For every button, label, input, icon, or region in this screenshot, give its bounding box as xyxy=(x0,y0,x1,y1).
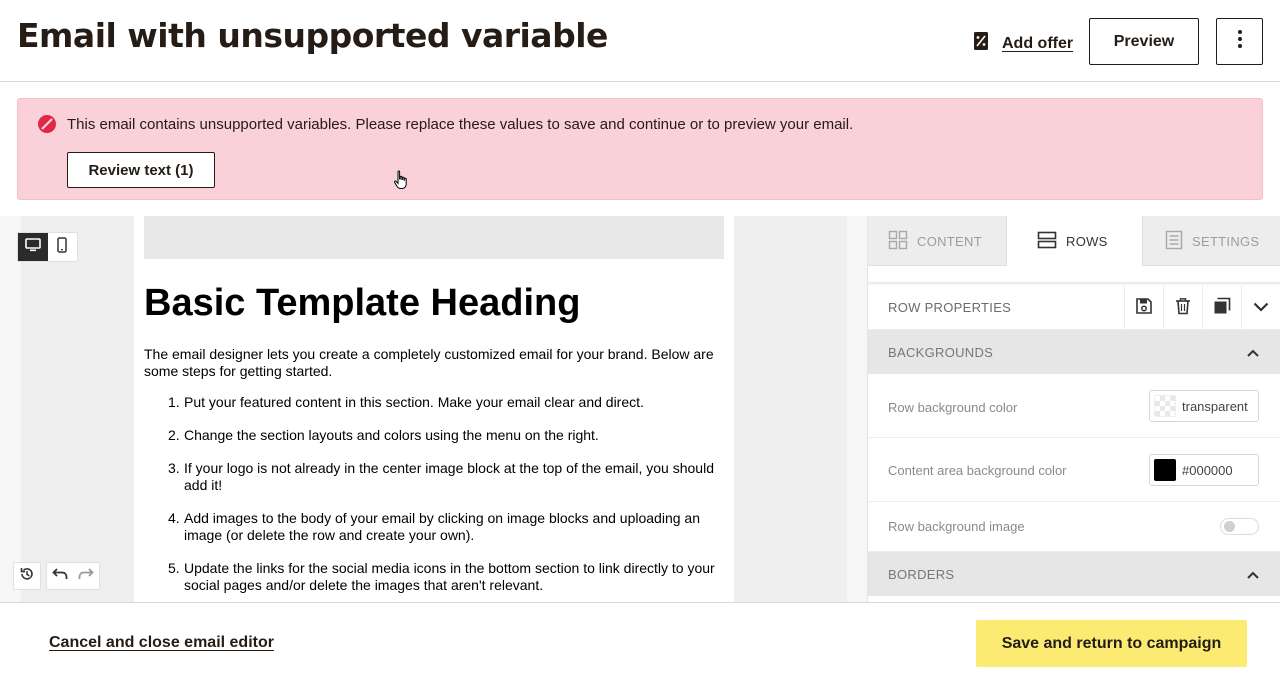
mobile-view-button[interactable] xyxy=(48,233,78,261)
email-steps-list[interactable]: 1. Put your featured content in this sect… xyxy=(144,394,724,602)
borders-section-header[interactable]: BORDERS xyxy=(868,552,1280,596)
email-intro-text[interactable]: The email designer lets you create a com… xyxy=(144,346,724,380)
rows-icon xyxy=(1037,231,1057,252)
row-bg-image-row: Row background image xyxy=(868,502,1280,552)
email-header-image[interactable] xyxy=(144,216,724,259)
row-bg-image-toggle[interactable] xyxy=(1220,518,1259,535)
content-bg-color-picker[interactable]: #000000 xyxy=(1149,454,1259,486)
row-bg-color-picker[interactable]: transparent xyxy=(1149,390,1259,422)
cancel-close-link[interactable]: Cancel and close email editor xyxy=(49,634,274,652)
row-bg-color-row: Row background color transparent xyxy=(868,374,1280,438)
hand-cursor-icon xyxy=(393,170,409,195)
add-offer-button[interactable]: Add offer xyxy=(972,30,1073,57)
save-return-button[interactable]: Save and return to campaign xyxy=(976,620,1247,667)
tab-settings[interactable]: SETTINGS xyxy=(1143,216,1280,266)
content-bg-color-label: Content area background color xyxy=(888,463,1067,478)
error-alert: This email contains unsupported variable… xyxy=(17,98,1263,200)
device-toggle xyxy=(17,232,78,262)
desktop-icon xyxy=(24,237,41,257)
kebab-menu-icon xyxy=(1237,29,1243,54)
backgrounds-section-header[interactable]: BACKGROUNDS xyxy=(868,330,1280,374)
history-icon xyxy=(19,566,35,587)
redo-button[interactable] xyxy=(73,563,99,589)
preview-button[interactable]: Preview xyxy=(1089,18,1199,65)
review-text-button[interactable]: Review text (1) xyxy=(67,152,215,188)
email-heading[interactable]: Basic Template Heading xyxy=(144,282,580,325)
black-swatch xyxy=(1154,459,1176,481)
row-bg-color-value: transparent xyxy=(1182,398,1248,414)
tab-rows-label: ROWS xyxy=(1066,233,1108,249)
borders-label: BORDERS xyxy=(888,566,955,582)
header: Email with unsupported variable Add offe… xyxy=(0,0,1280,82)
email-canvas: Basic Template Heading The email designe… xyxy=(0,216,867,602)
redo-icon xyxy=(78,567,94,586)
properties-panel: CONTENT ROWS SETTINGS ROW PROPERTIES BAC… xyxy=(867,216,1280,602)
tab-rows[interactable]: ROWS xyxy=(1006,216,1143,266)
duplicate-icon xyxy=(1213,297,1231,320)
save-row-button[interactable] xyxy=(1124,286,1163,330)
alert-message: This email contains unsupported variable… xyxy=(67,116,854,133)
row-properties-bar: ROW PROPERTIES xyxy=(868,286,1280,330)
chevron-up-icon xyxy=(1247,566,1259,584)
list-item: 4. Add images to the body of your email b… xyxy=(168,510,700,543)
list-item: 1. Put your featured content in this sect… xyxy=(168,394,644,410)
undo-redo-group xyxy=(46,562,100,590)
desktop-view-button[interactable] xyxy=(18,233,48,261)
undo-icon xyxy=(52,567,68,586)
chevron-up-icon xyxy=(1247,344,1259,362)
error-icon xyxy=(37,114,57,139)
row-actions xyxy=(1124,286,1280,330)
undo-button[interactable] xyxy=(47,563,73,589)
list-item: 5. Update the links for the social media … xyxy=(168,560,715,593)
list-item: 2. Change the section layouts and colors … xyxy=(168,427,599,443)
delete-row-button[interactable] xyxy=(1163,286,1202,330)
tab-content-label: CONTENT xyxy=(917,233,982,249)
duplicate-row-button[interactable] xyxy=(1202,286,1241,330)
trash-icon xyxy=(1175,297,1191,320)
page-title: Email with unsupported variable xyxy=(17,16,608,55)
row-properties-label: ROW PROPERTIES xyxy=(888,300,1012,315)
mobile-icon xyxy=(57,236,67,258)
add-offer-label: Add offer xyxy=(1002,34,1074,52)
more-options-button[interactable] xyxy=(1216,18,1263,65)
save-icon xyxy=(1135,297,1153,320)
row-bg-color-label: Row background color xyxy=(888,400,1018,415)
tab-settings-label: SETTINGS xyxy=(1192,233,1260,249)
toggle-knob xyxy=(1224,521,1235,532)
tab-content[interactable]: CONTENT xyxy=(868,216,1006,266)
version-history-button[interactable] xyxy=(13,562,41,590)
offer-tag-icon xyxy=(972,30,992,57)
panel-tabs: CONTENT ROWS SETTINGS xyxy=(868,216,1280,266)
collapse-row-button[interactable] xyxy=(1241,286,1280,330)
settings-icon xyxy=(1165,230,1183,253)
backgrounds-label: BACKGROUNDS xyxy=(888,344,994,360)
row-bg-image-label: Row background image xyxy=(888,519,1025,534)
transparent-swatch xyxy=(1154,395,1176,417)
email-preview[interactable]: Basic Template Heading The email designe… xyxy=(134,216,734,602)
footer: Cancel and close email editor Save and r… xyxy=(0,602,1280,682)
chevron-down-icon xyxy=(1253,299,1269,317)
content-bg-color-row: Content area background color #000000 xyxy=(868,438,1280,502)
list-item: 3. If your logo is not already in the cen… xyxy=(168,460,714,493)
grid-icon xyxy=(888,230,908,253)
history-toolbar xyxy=(13,562,100,590)
content-bg-color-value: #000000 xyxy=(1182,462,1233,478)
